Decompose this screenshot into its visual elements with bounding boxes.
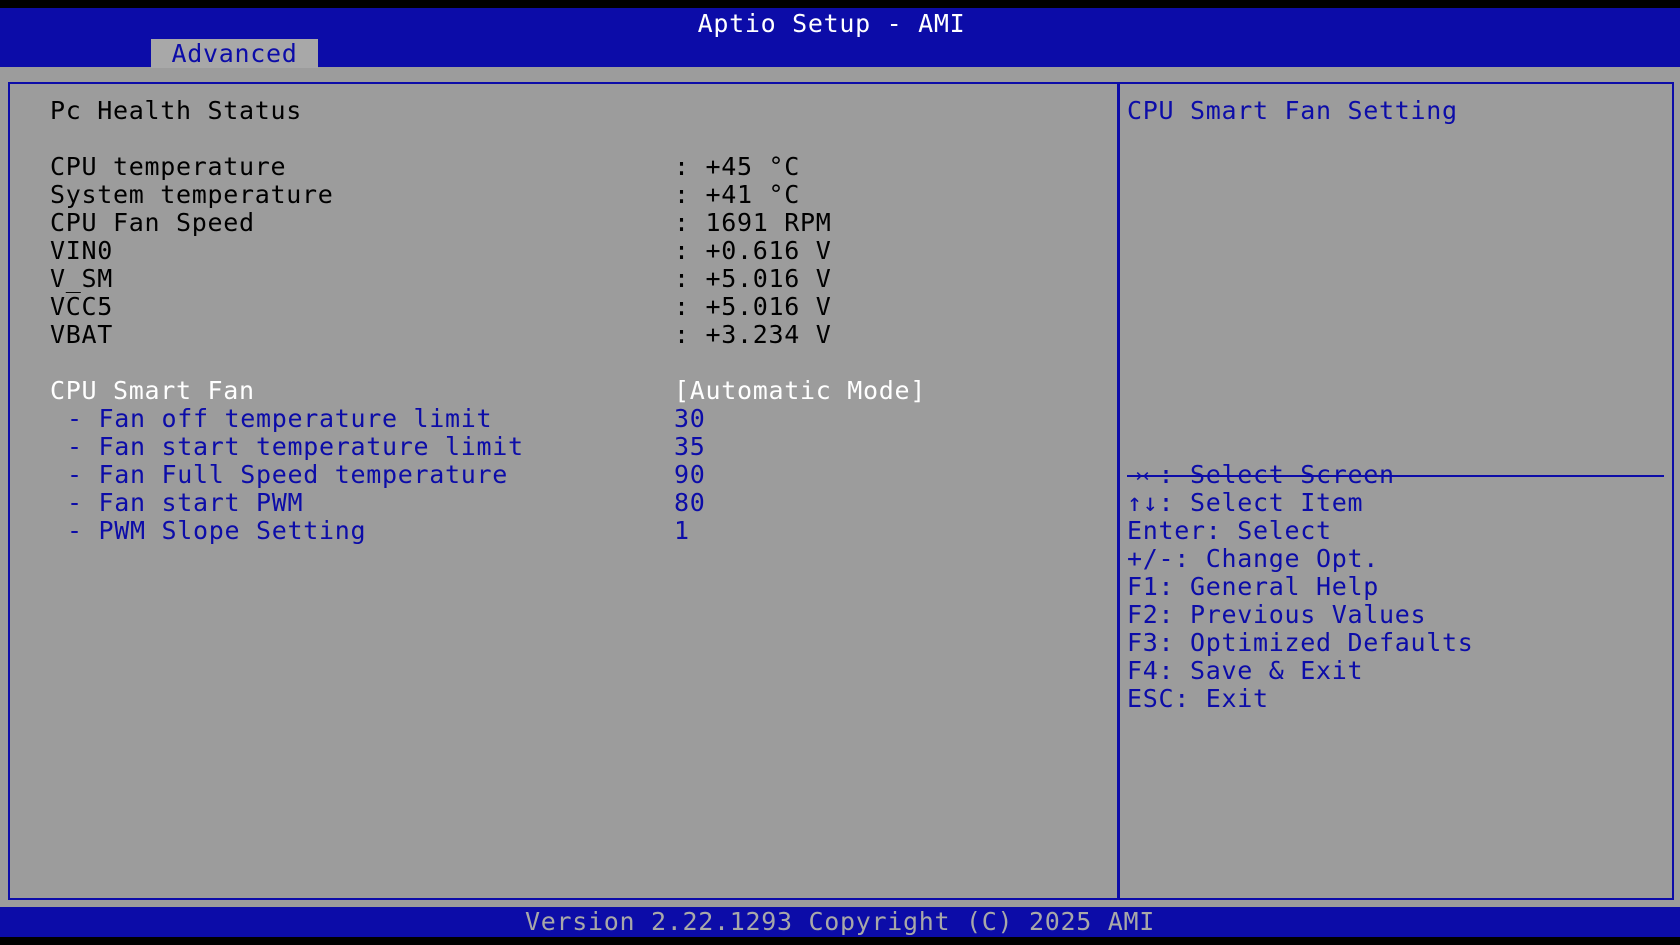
vin0-label: VIN0: [50, 236, 114, 265]
footer-bar: Version 2.22.1293 Copyright (C) 2025 AMI: [0, 907, 1680, 937]
arrows-up-down-icon: ↑↓: Select Item: [1127, 488, 1364, 517]
help-key-f4: F4: Save & Exit: [1127, 656, 1364, 685]
tab-advanced[interactable]: Advanced: [151, 39, 318, 68]
cpu-fan-speed-label: CPU Fan Speed: [50, 208, 255, 237]
section-title: Pc Health Status: [50, 96, 303, 125]
help-key-f3: F3: Optimized Defaults: [1127, 628, 1474, 657]
v-sm-label: V_SM: [50, 264, 114, 293]
fan-start-temperature-limit-label[interactable]: - Fan start temperature limit: [67, 432, 524, 462]
pwm-slope-setting-value[interactable]: 1: [674, 516, 690, 546]
vcc5-value: : +5.016 V: [674, 292, 832, 321]
bios-setup-screen: Aptio Setup - AMI Advanced Pc Health Sta…: [0, 8, 1680, 937]
pwm-slope-setting-label[interactable]: - PWM Slope Setting: [67, 516, 366, 546]
system-temperature-value: : +41 °C: [674, 180, 801, 209]
help-panel: CPU Smart Fan Setting →←: Select Screen …: [1117, 82, 1674, 900]
help-key-change-opt: +/-: Change Opt.: [1127, 544, 1380, 573]
fan-off-temperature-limit-label[interactable]: - Fan off temperature limit: [67, 404, 492, 434]
arrows-left-right-icon: →←: Select Screen: [1127, 460, 1395, 489]
system-temperature-label: System temperature: [50, 180, 334, 209]
cpu-fan-speed-value: : 1691 RPM: [674, 208, 832, 237]
cpu-smart-fan-label[interactable]: CPU Smart Fan: [50, 376, 255, 406]
cpu-temperature-value: : +45 °C: [674, 152, 801, 181]
vcc5-label: VCC5: [50, 292, 114, 321]
help-key-f1: F1: General Help: [1127, 572, 1380, 601]
vbat-label: VBAT: [50, 320, 114, 349]
cpu-smart-fan-value[interactable]: [Automatic Mode]: [674, 376, 926, 406]
fan-start-temperature-limit-value[interactable]: 35: [674, 432, 706, 462]
help-key-enter: Enter: Select: [1127, 516, 1332, 545]
fan-start-pwm-label[interactable]: - Fan start PWM: [67, 488, 303, 518]
fan-full-speed-temperature-label[interactable]: - Fan Full Speed temperature: [67, 460, 508, 490]
cpu-temperature-label: CPU temperature: [50, 152, 287, 181]
fan-off-temperature-limit-value[interactable]: 30: [674, 404, 706, 434]
app-title: Aptio Setup - AMI: [697, 9, 966, 38]
help-key-esc: ESC: Exit: [1127, 684, 1269, 713]
main-settings-panel: Pc Health Status CPU temperature : +45 °…: [8, 82, 1122, 900]
vin0-value: : +0.616 V: [674, 236, 832, 265]
help-description: CPU Smart Fan Setting: [1127, 96, 1458, 125]
help-key-f2: F2: Previous Values: [1127, 600, 1427, 629]
header-bar: Aptio Setup - AMI Advanced: [0, 8, 1680, 68]
fan-start-pwm-value[interactable]: 80: [674, 488, 706, 518]
vbat-value: : +3.234 V: [674, 320, 832, 349]
fan-full-speed-temperature-value[interactable]: 90: [674, 460, 706, 490]
v-sm-value: : +5.016 V: [674, 264, 832, 293]
version-text: Version 2.22.1293 Copyright (C) 2025 AMI: [524, 907, 1156, 936]
